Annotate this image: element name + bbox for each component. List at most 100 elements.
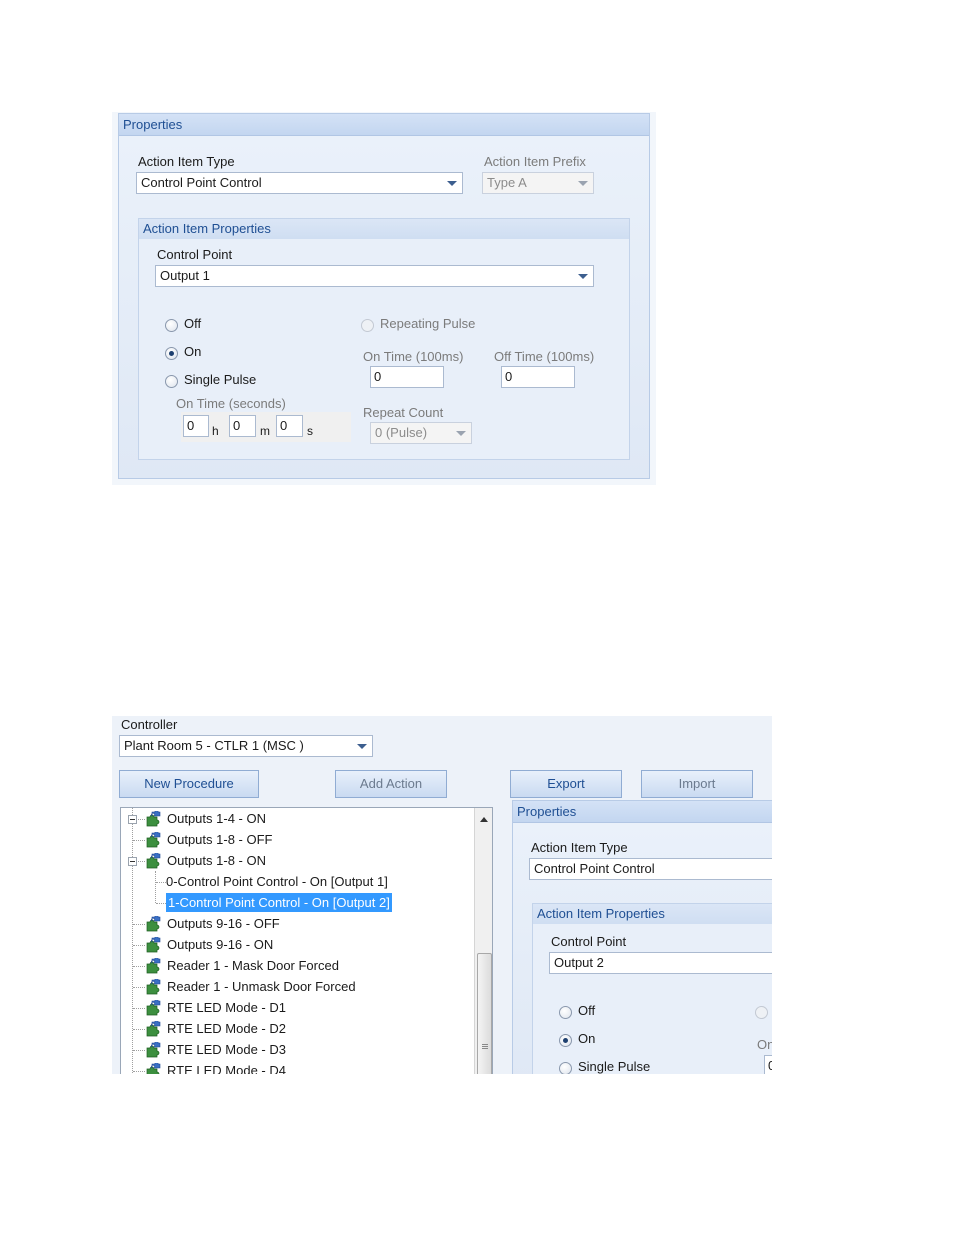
tree-row[interactable]: Outputs 1-4 - ON — [121, 809, 473, 830]
bottom-on-radio[interactable] — [559, 1034, 572, 1047]
tree-row[interactable]: RTE LED Mode - D2 — [121, 1019, 473, 1040]
tree-row[interactable]: RTE LED Mode - D1 — [121, 998, 473, 1019]
bottom-on-time-input[interactable]: 0 — [764, 1055, 772, 1074]
repeat-count-value: 0 (Pulse) — [375, 425, 428, 440]
action-item-properties-panel: Action Item Properties Control Point Out… — [138, 218, 630, 460]
tree-row[interactable]: 1-Control Point Control - On [Output 2] — [121, 893, 473, 914]
puzzle-icon — [145, 956, 161, 974]
minutes-unit: m — [260, 424, 270, 438]
hours-input[interactable]: 0 — [183, 415, 209, 437]
bottom-action-item-type-label: Action Item Type — [531, 840, 628, 855]
tree-item-label: 1-Control Point Control - On [Output 2] — [166, 893, 392, 912]
tree-item-label: RTE LED Mode - D3 — [167, 1042, 286, 1057]
tree-row[interactable]: Outputs 1-8 - OFF — [121, 830, 473, 851]
control-point-combo[interactable]: Output 1 — [155, 265, 594, 287]
tree-item-label: Reader 1 - Unmask Door Forced — [167, 979, 356, 994]
on-time-100ms-input[interactable]: 0 — [370, 366, 444, 388]
tree-row[interactable]: Outputs 9-16 - ON — [121, 935, 473, 956]
action-item-prefix-label: Action Item Prefix — [484, 154, 586, 169]
top-properties-body: Action Item Type Control Point Control A… — [119, 136, 649, 478]
seconds-input[interactable]: 0 — [276, 415, 303, 437]
tree-row[interactable]: Reader 1 - Mask Door Forced — [121, 956, 473, 977]
bottom-on-time-partial-label: On — [757, 1037, 772, 1052]
new-procedure-button[interactable]: New Procedure — [119, 770, 259, 798]
controller-label: Controller — [121, 717, 178, 732]
controller-value: Plant Room 5 - CTLR 1 (MSC ) — [124, 738, 304, 753]
tree-row[interactable]: Outputs 9-16 - OFF — [121, 914, 473, 935]
puzzle-icon — [145, 1019, 161, 1037]
bottom-properties-panel: Properties Action Item Type Control Poin… — [512, 800, 772, 1074]
action-item-prefix-combo[interactable]: Type A — [482, 172, 594, 194]
collapse-toggle-icon[interactable] — [128, 857, 137, 866]
add-action-button[interactable]: Add Action — [335, 770, 447, 798]
action-item-properties-title: Action Item Properties — [139, 219, 629, 239]
tree-connector — [133, 924, 145, 925]
tree-row[interactable]: RTE LED Mode - D3 — [121, 1040, 473, 1061]
control-point-value: Output 1 — [160, 268, 210, 283]
puzzle-icon — [145, 809, 161, 827]
collapse-toggle-icon[interactable] — [128, 815, 137, 824]
tree-row[interactable]: 0-Control Point Control - On [Output 1] — [121, 872, 473, 893]
bottom-off-radio[interactable] — [559, 1006, 572, 1019]
top-properties-title: Properties — [119, 114, 649, 136]
tree-scrollbar[interactable] — [474, 808, 492, 1074]
chevron-down-icon — [357, 744, 367, 749]
on-time-seconds-label: On Time (seconds) — [176, 396, 286, 411]
bottom-off-radio-label: Off — [578, 1003, 596, 1018]
tree-item-label: Reader 1 - Mask Door Forced — [167, 958, 339, 973]
bottom-single-pulse-radio[interactable] — [559, 1062, 572, 1074]
bottom-on-radio-label: On — [578, 1031, 596, 1046]
puzzle-icon — [145, 1040, 161, 1058]
tree-connector — [133, 966, 145, 967]
on-radio[interactable] — [165, 347, 178, 360]
bottom-properties-body: Action Item Type Control Point Control A… — [513, 823, 772, 1074]
tree-item-label: RTE LED Mode - D1 — [167, 1000, 286, 1015]
bottom-action-item-type-combo[interactable]: Control Point Control — [529, 858, 772, 880]
tree-row[interactable]: Outputs 1-8 - ON — [121, 851, 473, 872]
procedure-editor: Controller Plant Room 5 - CTLR 1 (MSC ) … — [112, 716, 772, 1074]
bottom-control-point-value: Output 2 — [554, 955, 604, 970]
duration-group: 0 h 0 m 0 s — [181, 412, 351, 442]
tree-item-label: Outputs 9-16 - ON — [167, 937, 274, 952]
scrollbar-thumb[interactable] — [477, 953, 492, 1074]
tree-item-label: RTE LED Mode - D4 — [167, 1063, 286, 1074]
single-pulse-radio[interactable] — [165, 375, 178, 388]
puzzle-icon — [145, 1061, 161, 1074]
off-radio-label: Off — [184, 316, 202, 331]
scroll-up-arrow-icon[interactable] — [480, 817, 488, 822]
import-button[interactable]: Import — [641, 770, 753, 798]
bottom-repeating-pulse-radio[interactable] — [755, 1006, 768, 1019]
puzzle-icon — [145, 851, 161, 869]
bottom-action-item-properties-title: Action Item Properties — [533, 904, 772, 924]
export-button[interactable]: Export — [510, 770, 622, 798]
control-point-label: Control Point — [157, 247, 233, 262]
repeat-count-combo[interactable]: 0 (Pulse) — [370, 422, 472, 444]
minutes-input[interactable]: 0 — [229, 415, 256, 437]
action-item-type-value: Control Point Control — [141, 175, 262, 190]
puzzle-icon — [145, 914, 161, 932]
seconds-unit: s — [307, 424, 313, 438]
tree-connector — [133, 945, 145, 946]
repeating-pulse-radio-label: Repeating Pulse — [380, 316, 476, 331]
off-time-100ms-label: Off Time (100ms) — [494, 349, 595, 364]
action-item-type-combo[interactable]: Control Point Control — [136, 172, 463, 194]
tree-connector — [133, 840, 145, 841]
tree-row[interactable]: RTE LED Mode - D4 — [121, 1061, 473, 1074]
repeating-pulse-radio[interactable] — [361, 319, 374, 332]
tree-connector — [156, 903, 166, 904]
tree-item-label: Outputs 1-8 - ON — [167, 853, 266, 868]
procedure-tree[interactable]: Outputs 1-4 - ON Outputs 1-8 - OFF Outputs… — [120, 807, 493, 1074]
thumb-grip-icon — [482, 1044, 488, 1045]
puzzle-icon — [145, 998, 161, 1016]
off-time-100ms-input[interactable]: 0 — [501, 366, 575, 388]
on-time-100ms-label: On Time (100ms) — [363, 349, 464, 364]
bottom-control-point-label: Control Point — [551, 934, 627, 949]
bottom-control-point-combo[interactable]: Output 2 — [549, 952, 772, 974]
controller-combo[interactable]: Plant Room 5 - CTLR 1 (MSC ) — [119, 735, 373, 757]
off-radio[interactable] — [165, 319, 178, 332]
chevron-down-icon — [578, 274, 588, 279]
tree-connector — [133, 1008, 145, 1009]
tree-connector — [133, 1071, 145, 1072]
tree-row[interactable]: Reader 1 - Unmask Door Forced — [121, 977, 473, 998]
single-pulse-radio-label: Single Pulse — [184, 372, 257, 387]
